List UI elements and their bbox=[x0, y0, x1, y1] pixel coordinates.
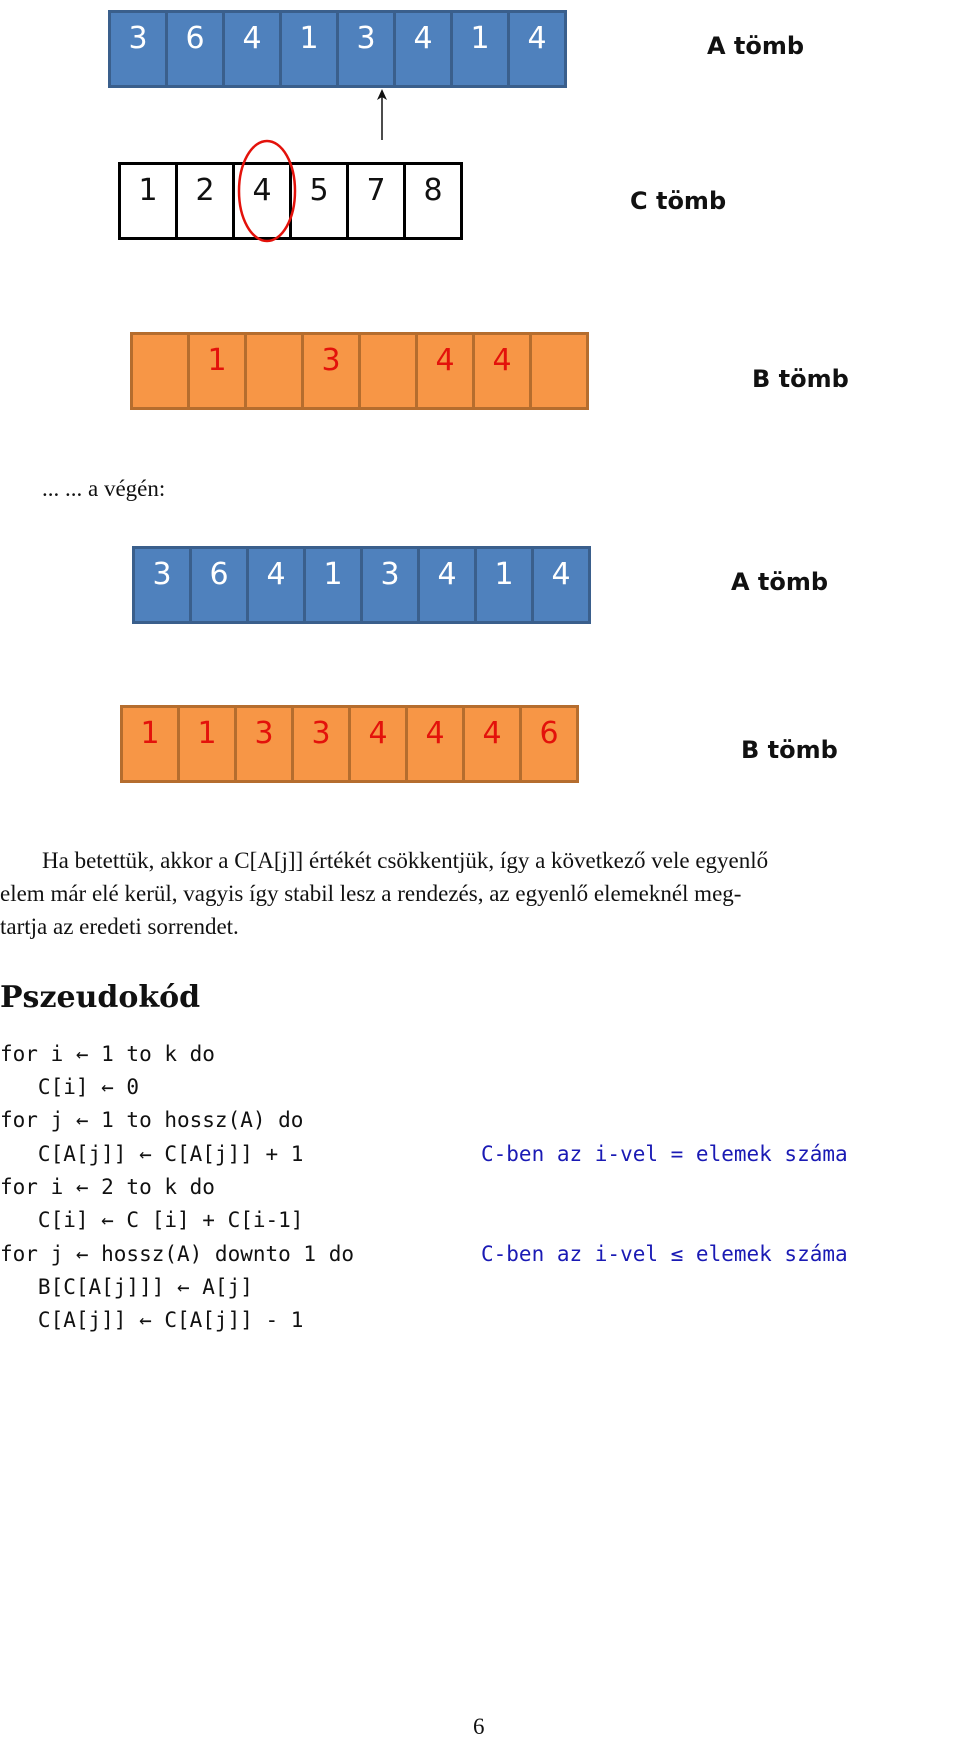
paragraph-line: Ha betettük, akkor a C[A[j]] értékét csö… bbox=[42, 848, 769, 873]
highlight-ellipse-icon bbox=[237, 139, 297, 243]
paragraph-line: elem már elé kerül, vagyis így stabil le… bbox=[0, 881, 742, 906]
code-line: for j ← 1 to hossz(A) do bbox=[0, 1108, 304, 1132]
array-a-cell: 6 bbox=[165, 10, 225, 88]
array-b-cell: 6 bbox=[519, 705, 579, 783]
figure2-array-a-label: A tömb bbox=[731, 568, 829, 596]
array-a-cell: 3 bbox=[108, 10, 168, 88]
code-comment: C-ben az i-vel = elemek száma bbox=[481, 1142, 848, 1166]
figure1-array-b: 1 3 4 4 bbox=[130, 332, 589, 410]
array-c-cell: 7 bbox=[346, 162, 406, 240]
code-comment: C-ben az i-vel ≤ elemek száma bbox=[481, 1242, 848, 1266]
array-b-cell bbox=[130, 332, 190, 410]
array-a-cell: 6 bbox=[189, 546, 249, 624]
array-b-cell: 3 bbox=[291, 705, 351, 783]
page-number: 6 bbox=[473, 1714, 485, 1739]
code-line: for j ← hossz(A) downto 1 do bbox=[0, 1242, 355, 1266]
array-b-cell: 4 bbox=[415, 332, 475, 410]
array-a-cell: 4 bbox=[531, 546, 591, 624]
code-line: C[A[j]] ← C[A[j]] + 1 bbox=[0, 1142, 304, 1166]
array-c-cell: 8 bbox=[403, 162, 463, 240]
array-a-cell: 4 bbox=[417, 546, 477, 624]
code-line: B[C[A[j]]] ← A[j] bbox=[0, 1275, 253, 1299]
code-line: for i ← 1 to k do bbox=[0, 1042, 215, 1066]
array-a-cell: 3 bbox=[336, 10, 396, 88]
array-b-cell bbox=[244, 332, 304, 410]
array-b-cell: 4 bbox=[405, 705, 465, 783]
array-a-cell: 3 bbox=[132, 546, 192, 624]
array-b-cell: 3 bbox=[301, 332, 361, 410]
figure2-array-b-label: B tömb bbox=[741, 736, 838, 764]
array-a-cell: 1 bbox=[474, 546, 534, 624]
array-c-cell: 2 bbox=[175, 162, 235, 240]
figure2-array-a: 3 6 4 1 3 4 1 4 bbox=[132, 546, 591, 624]
array-a-cell: 1 bbox=[450, 10, 510, 88]
code-line: C[i] ← 0 bbox=[0, 1075, 140, 1099]
array-b-cell: 1 bbox=[187, 332, 247, 410]
array-b-cell: 4 bbox=[472, 332, 532, 410]
figure1-array-a: 3 6 4 1 3 4 1 4 bbox=[108, 10, 567, 88]
array-b-cell: 4 bbox=[348, 705, 408, 783]
figure1-array-c-label: C tömb bbox=[630, 187, 727, 215]
array-b-cell bbox=[358, 332, 418, 410]
pointer-arrow-icon bbox=[377, 89, 387, 140]
code-line: for i ← 2 to k do bbox=[0, 1175, 215, 1199]
array-a-cell: 4 bbox=[507, 10, 567, 88]
figure1-array-a-label: A tömb bbox=[707, 32, 805, 60]
array-a-cell: 1 bbox=[303, 546, 363, 624]
array-a-cell: 4 bbox=[222, 10, 282, 88]
array-b-cell: 1 bbox=[120, 705, 180, 783]
array-a-cell: 4 bbox=[246, 546, 306, 624]
interlude-text: ... ... a végén: bbox=[42, 476, 166, 501]
array-c-cell: 1 bbox=[118, 162, 178, 240]
section-heading: Pszeudokód bbox=[0, 980, 201, 1015]
array-a-cell: 3 bbox=[360, 546, 420, 624]
array-b-cell: 3 bbox=[234, 705, 294, 783]
array-a-cell: 4 bbox=[393, 10, 453, 88]
array-b-cell bbox=[529, 332, 589, 410]
code-line: C[A[j]] ← C[A[j]] - 1 bbox=[0, 1308, 304, 1332]
array-b-cell: 4 bbox=[462, 705, 522, 783]
array-c-cell: 5 bbox=[289, 162, 349, 240]
figure2-array-b: 1 1 3 3 4 4 4 6 bbox=[120, 705, 579, 783]
array-a-cell: 1 bbox=[279, 10, 339, 88]
code-line: C[i] ← C [i] + C[i-1] bbox=[0, 1208, 304, 1232]
array-b-cell: 1 bbox=[177, 705, 237, 783]
figure1-array-b-label: B tömb bbox=[752, 365, 849, 393]
paragraph-line: tartja az eredeti sorrendet. bbox=[0, 914, 239, 939]
